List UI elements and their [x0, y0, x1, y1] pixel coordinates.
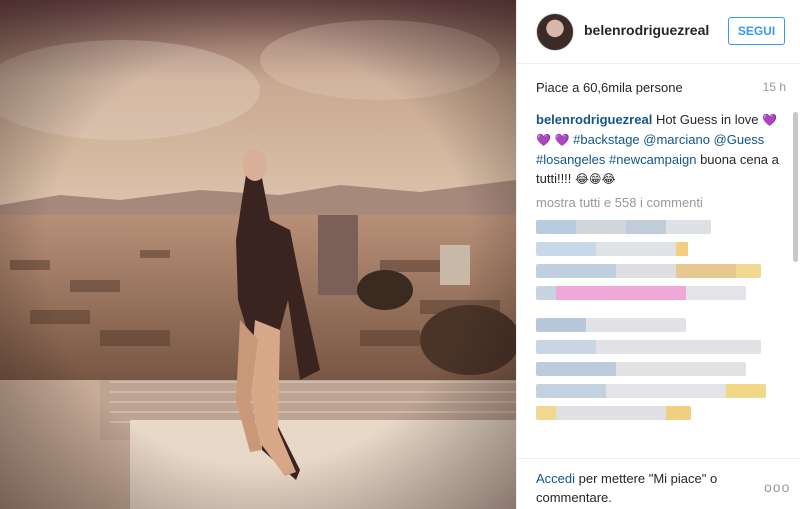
- photo-scene: [0, 0, 516, 509]
- blurred-comment: [536, 406, 691, 420]
- blurred-comment: [536, 220, 711, 234]
- blurred-comment: [536, 362, 746, 376]
- laugh-emojis: 😂😁😂: [575, 172, 616, 186]
- post-side-panel: belenrodriguezreal SEGUI Piace a 60,6mil…: [516, 0, 800, 509]
- post-username[interactable]: belenrodriguezreal: [584, 22, 709, 38]
- caption-tags[interactable]: #backstage @marciano @Guess: [573, 132, 764, 147]
- caption-author[interactable]: belenrodriguezreal: [536, 112, 652, 127]
- post-photo[interactable]: [0, 0, 516, 509]
- blurred-comment: [536, 286, 746, 300]
- avatar[interactable]: [536, 13, 574, 51]
- heart-emoji: 💜: [536, 133, 551, 147]
- login-prompt: Accedi per mettere "Mi piace" o commenta…: [536, 469, 766, 507]
- follow-button[interactable]: SEGUI: [728, 17, 785, 45]
- likes-count[interactable]: Piace a 60,6mila persone: [536, 80, 683, 95]
- heart-emoji: 💜: [762, 113, 778, 127]
- post-time[interactable]: 15 h: [763, 80, 786, 94]
- blurred-comment: [536, 242, 696, 256]
- blurred-comment: [536, 264, 761, 278]
- more-options-icon[interactable]: ooo: [764, 479, 790, 495]
- post-header: belenrodriguezreal SEGUI: [517, 0, 800, 64]
- blurred-comment: [536, 318, 686, 332]
- caption-text: Hot Guess in love: [655, 112, 759, 127]
- heart-emoji: 💜: [554, 133, 570, 147]
- comments-scrollbar[interactable]: [793, 112, 798, 262]
- blurred-comment: [536, 384, 766, 398]
- caption: belenrodriguezreal Hot Guess in love 💜 💜…: [536, 110, 784, 189]
- blurred-comment: [536, 340, 761, 354]
- login-link[interactable]: Accedi: [536, 471, 575, 486]
- likes-row: Piace a 60,6mila persone 15 h: [536, 80, 786, 95]
- show-all-comments-link[interactable]: mostra tutti e 558 i commenti: [536, 193, 784, 212]
- post-footer: Accedi per mettere "Mi piace" o commenta…: [517, 458, 800, 509]
- comments-list: belenrodriguezreal Hot Guess in love 💜 💜…: [536, 110, 784, 455]
- caption-hashtags[interactable]: #losangeles #newcampaign: [536, 152, 696, 167]
